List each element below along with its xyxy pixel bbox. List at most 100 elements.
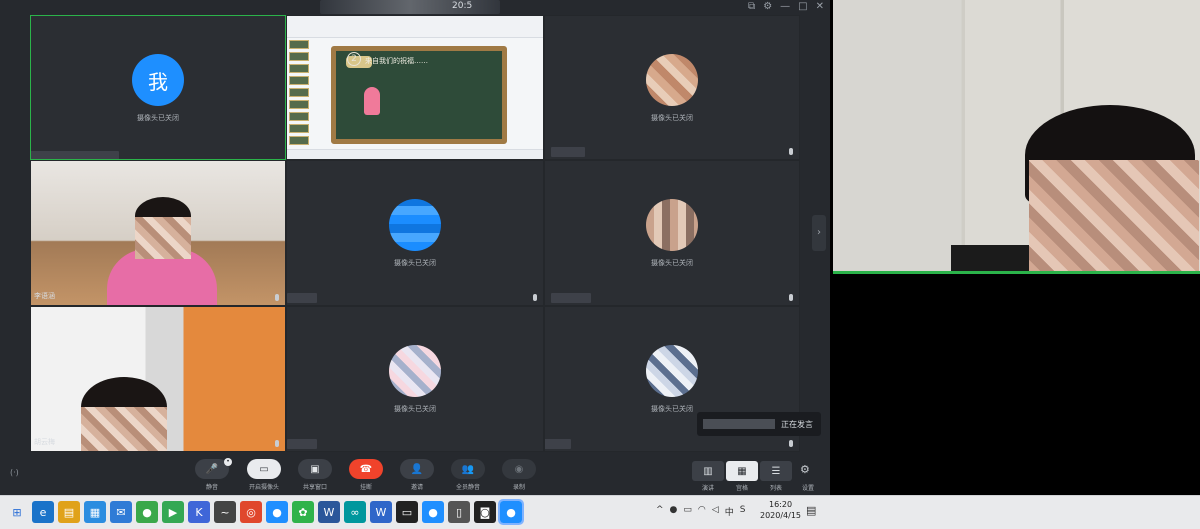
system-tray: ^ ● ▭ ◠ ◁ 中 S — [656, 505, 745, 518]
taskbar-app-icon[interactable]: ● — [498, 499, 524, 525]
name-blur — [287, 439, 317, 449]
taskbar-app-icon[interactable]: K — [188, 501, 210, 523]
settings-label: 设置 — [802, 485, 815, 492]
taskbar-app-icon[interactable]: ✿ — [292, 501, 314, 523]
start-camera-button[interactable]: ▭ 开启摄像头 — [246, 459, 282, 493]
invite-button[interactable]: 👤 邀请 — [399, 459, 435, 493]
taskbar-app-icon[interactable]: e — [32, 501, 54, 523]
taskbar-app-icon[interactable]: ● — [422, 501, 444, 523]
hang-up-icon: ☎ — [349, 459, 383, 479]
participant-tile[interactable]: 摄像头已关闭 — [544, 160, 800, 306]
chevron-up-icon[interactable]: ^ — [656, 505, 664, 518]
slide-toolbar — [287, 16, 543, 38]
speaking-label: 正在发言 — [781, 420, 813, 429]
desktop: 20:5 ⧉ ⚙ — □ ✕ 我 摄像头已关闭 2 来自我们的祝福…… 摄像头已… — [0, 0, 1200, 529]
mic-icon — [275, 440, 279, 447]
notification-icon[interactable]: ▤ — [806, 504, 816, 517]
slide-heading: 来自我们的祝福…… — [365, 57, 428, 65]
avatar — [389, 199, 441, 251]
taskbar-app-icon[interactable]: ∞ — [344, 501, 366, 523]
group-icon: 👥 — [451, 459, 485, 479]
restore-icon[interactable]: ⧉ — [748, 2, 755, 12]
hang-up-button[interactable]: ☎ 挂断 — [348, 459, 384, 493]
mic-icon — [275, 294, 279, 301]
camera-off-label: 摄像头已关闭 — [394, 405, 436, 413]
signal-indicator: (·) — [10, 468, 19, 477]
avatar — [646, 199, 698, 251]
speaker-view-button[interactable]: ▥ — [692, 461, 724, 481]
taskbar-app-icon[interactable]: W — [318, 501, 340, 523]
participant-name: 胡云梅 — [34, 438, 55, 446]
participant-tile[interactable]: 摄像头已关闭 — [286, 160, 544, 306]
taskbar-app-icon[interactable]: ◙ — [474, 501, 496, 523]
close-icon[interactable]: ✕ — [816, 2, 824, 12]
wifi-icon[interactable]: ◠ — [698, 505, 706, 518]
battery-icon[interactable]: ▭ — [683, 505, 692, 518]
meeting-window: 20:5 ⧉ ⚙ — □ ✕ 我 摄像头已关闭 2 来自我们的祝福…… 摄像头已… — [0, 0, 830, 495]
speaker-name-blur — [703, 419, 775, 429]
maximize-icon[interactable]: □ — [798, 2, 807, 12]
taskbar-app-icon[interactable]: W — [370, 501, 392, 523]
taskbar-app-icon[interactable]: ▭ — [396, 501, 418, 523]
participant-video — [31, 307, 285, 451]
mic-icon — [789, 294, 793, 301]
avatar — [646, 54, 698, 106]
sogou-icon[interactable]: S — [740, 505, 746, 518]
avatar — [646, 345, 698, 397]
video-grid: 我 摄像头已关闭 2 来自我们的祝福…… 摄像头已关闭 李语涵 摄像头已关闭 摄… — [30, 15, 800, 452]
participant-tile-me[interactable]: 我 摄像头已关闭 — [30, 15, 286, 160]
camera-off-label: 摄像头已关闭 — [651, 259, 693, 267]
window-title: 20:5 — [452, 1, 473, 11]
camera-icon: ▭ — [247, 459, 281, 479]
avatar — [389, 345, 441, 397]
settings-icon[interactable]: ⚙ — [763, 2, 772, 12]
participant-tile[interactable]: 胡云梅 — [30, 306, 286, 452]
gear-icon[interactable]: ⚙ — [800, 463, 810, 476]
name-blur — [551, 147, 585, 157]
screen-share-tile[interactable]: 2 来自我们的祝福…… — [286, 15, 544, 160]
camera-off-label: 摄像头已关闭 — [394, 259, 436, 267]
participant-video — [31, 161, 285, 305]
taskbar-app-icon[interactable]: ▤ — [58, 501, 80, 523]
record-button[interactable]: ◉ 录制 — [501, 459, 537, 493]
presentation-slide: 2 来自我们的祝福…… — [287, 16, 543, 159]
taskbar-app-icon[interactable]: ◎ — [240, 501, 262, 523]
volume-icon[interactable]: ◁ — [712, 505, 719, 518]
taskbar-app-icon[interactable]: ~ — [214, 501, 236, 523]
share-screen-icon: ▣ — [298, 459, 332, 479]
chevron-right-icon[interactable]: › — [812, 215, 826, 251]
list-view-button[interactable]: ☰ — [760, 461, 792, 481]
participant-name: 李语涵 — [34, 292, 55, 300]
taskbar-app-icon[interactable]: ▯ — [448, 501, 470, 523]
add-user-icon: 👤 — [400, 459, 434, 479]
participant-tile[interactable]: 摄像头已关闭 — [544, 15, 800, 160]
grid-view-button[interactable]: ▦ — [726, 461, 758, 481]
name-blur — [551, 293, 591, 303]
mic-icon — [789, 148, 793, 155]
record-icon: ◉ — [502, 459, 536, 479]
taskbar-app-icon[interactable]: ⊞ — [6, 501, 28, 523]
taskbar-app-icon[interactable]: ▶ — [162, 501, 184, 523]
slide-status-bar — [287, 149, 543, 159]
window-controls: ⧉ ⚙ — □ ✕ — [748, 2, 824, 12]
taskbar-icons: ⊞ e ▤ ▦ ✉ ● ▶ K ~ ◎ ● ✿ W ∞ W ▭ ● ▯ ◙ ● — [6, 499, 524, 525]
participant-tile[interactable]: 李语涵 — [30, 160, 286, 306]
taskbar-app-icon[interactable]: ● — [136, 501, 158, 523]
speaking-indicator: 正在发言 — [697, 412, 821, 436]
mute-all-button[interactable]: 👥 全员静音 — [450, 459, 486, 493]
taskbar-app-icon[interactable]: ▦ — [84, 501, 106, 523]
share-window-button[interactable]: ▣ 共享窗口 — [297, 459, 333, 493]
ime-indicator[interactable]: 中 — [725, 505, 734, 518]
name-blur — [31, 151, 119, 159]
camera-off-label: 摄像头已关闭 — [137, 114, 179, 122]
app-tray-icon[interactable]: ● — [670, 505, 678, 518]
camera-off-label: 摄像头已关闭 — [651, 114, 693, 122]
taskbar-app-icon[interactable]: ✉ — [110, 501, 132, 523]
clock[interactable]: 16:20 2020/4/15 — [760, 499, 801, 521]
self-video — [833, 0, 1200, 274]
mic-status-dot: • — [224, 458, 232, 466]
participant-tile[interactable]: 摄像头已关闭 — [286, 306, 544, 452]
view-switcher: ▥ ▦ ☰ — [692, 461, 792, 481]
taskbar-app-icon[interactable]: ● — [266, 501, 288, 523]
minimize-icon[interactable]: — — [780, 2, 790, 12]
